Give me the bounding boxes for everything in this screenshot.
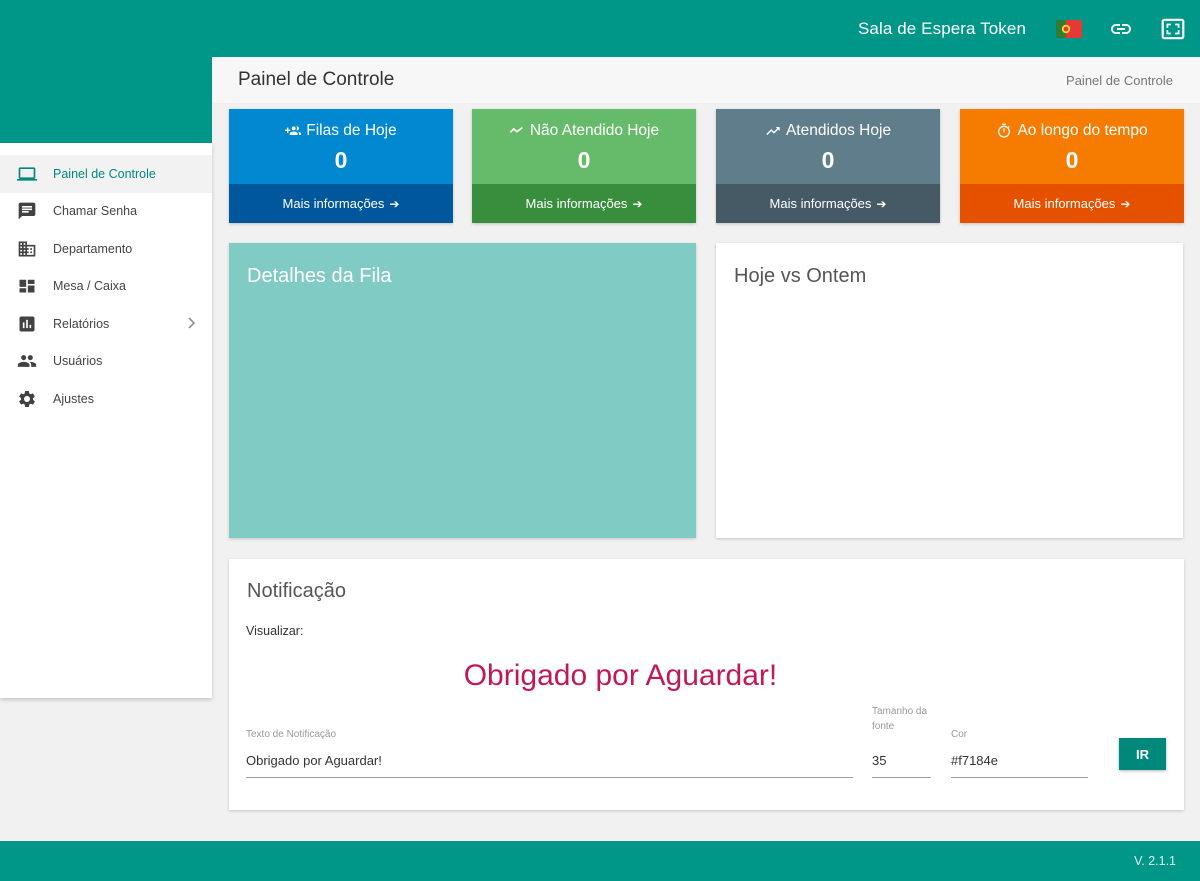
sidebar-item-label: Departamento (53, 241, 133, 256)
bar-chart-icon (17, 314, 37, 334)
laptop-icon (17, 164, 37, 184)
stat-box-body: Não Atendido Hoje 0 (472, 109, 696, 184)
stat-title: Filas de Hoje (229, 122, 453, 140)
stat-title-text: Filas de Hoje (306, 122, 397, 139)
sidebar-item-label: Ajustes (53, 391, 94, 406)
stat-title-text: Atendidos Hoje (785, 122, 892, 139)
more-info-text: Mais informações (525, 196, 628, 211)
more-info-link[interactable]: Mais informações ➔ (229, 184, 453, 223)
field-label: Cor (951, 729, 968, 740)
stat-value: 0 (1065, 147, 1079, 173)
font-size-field: Tamanho da fonte (872, 702, 931, 778)
more-info-text: Mais informações (1013, 196, 1116, 211)
sidebar-item-label: Chamar Senha (53, 204, 138, 219)
notification-card: Notificação Visualizar: Obrigado por Agu… (229, 559, 1184, 810)
group-add-icon (285, 126, 302, 135)
chevron-right-icon (186, 316, 196, 333)
sidebar-item-label: Painel de Controle (53, 166, 156, 181)
content-header: Painel de Controle Painel de Controle (212, 57, 1200, 103)
font-size-input[interactable] (872, 753, 931, 768)
stat-value: 0 (334, 147, 348, 173)
stat-value: 0 (577, 147, 591, 173)
color-input[interactable] (951, 753, 1088, 768)
stat-box-over-time: Ao longo do tempo 0 Mais informações ➔ (960, 109, 1184, 223)
notification-text-field: Texto de Notificação (246, 722, 853, 778)
preview-label: Visualizar: (246, 624, 304, 638)
breadcrumb[interactable]: Painel de Controle (1066, 73, 1173, 88)
stat-box-body: Atendidos Hoje 0 (716, 109, 940, 184)
footer: V. 2.1.1 (0, 841, 1200, 881)
fullscreen-icon[interactable] (1160, 16, 1186, 42)
stat-title-text: Não Atendido Hoje (529, 122, 660, 139)
arrow-right-icon: ➔ (389, 196, 400, 211)
sidebar-item-counter[interactable]: Mesa / Caixa (0, 268, 212, 306)
timer-icon (998, 123, 1011, 138)
stat-box-body: Filas de Hoje 0 (229, 109, 453, 184)
arrow-right-icon: ➔ (1120, 196, 1131, 211)
more-info-link[interactable]: Mais informações ➔ (716, 184, 940, 223)
arrow-right-icon: ➔ (632, 196, 643, 211)
trending-up-icon (766, 127, 780, 135)
sidebar-item-label: Relatórios (53, 316, 110, 331)
card-title: Notificação (247, 580, 346, 602)
go-button[interactable]: IR (1119, 738, 1166, 770)
stat-value: 0 (821, 147, 835, 173)
stat-box-queues-today: Filas de Hoje 0 Mais informações ➔ (229, 109, 453, 223)
sidebar-item-reports[interactable]: Relatórios (0, 305, 212, 343)
sidebar-item-label: Mesa / Caixa (53, 279, 126, 294)
sidebar-item-department[interactable]: Departamento (0, 230, 212, 268)
stat-title: Não Atendido Hoje (472, 122, 696, 140)
more-info-text: Mais informações (769, 196, 872, 211)
stat-box-body: Ao longo do tempo 0 (960, 109, 1184, 184)
dashboard-icon (17, 276, 37, 296)
top-app-bar: Sala de Espera Token (0, 0, 1200, 57)
sidebar-item-users[interactable]: Usuários (0, 343, 212, 381)
stat-title: Ao longo do tempo (960, 122, 1184, 140)
field-label: Tamanho da fonte (872, 706, 928, 732)
stat-title: Atendidos Hoje (716, 122, 940, 140)
notification-text-input[interactable] (246, 753, 853, 768)
message-icon (17, 201, 37, 221)
trending-flat-icon (509, 127, 523, 133)
app-title: Sala de Espera Token (857, 18, 1026, 38)
sidebar-header (0, 57, 212, 143)
more-info-link[interactable]: Mais informações ➔ (472, 184, 696, 223)
link-icon[interactable] (1108, 16, 1134, 42)
people-icon (17, 351, 37, 371)
sidebar: Painel de Controle Chamar Senha Departam… (0, 143, 212, 698)
building-icon (17, 239, 37, 259)
sidebar-item-label: Usuários (53, 354, 103, 369)
page-title: Painel de Controle (238, 69, 395, 90)
card-title: Detalhes da Fila (247, 265, 392, 287)
queue-details-card: Detalhes da Fila (229, 243, 696, 538)
portugal-flag-icon[interactable] (1056, 16, 1082, 42)
field-label: Texto de Notificação (246, 729, 337, 740)
version-label: V. 2.1.1 (1134, 854, 1176, 868)
stat-box-attended-today: Atendidos Hoje 0 Mais informações ➔ (716, 109, 940, 223)
sidebar-item-settings[interactable]: Ajustes (0, 380, 212, 418)
stat-box-not-attended-today: Não Atendido Hoje 0 Mais informações ➔ (472, 109, 696, 223)
stat-title-text: Ao longo do tempo (1017, 122, 1148, 139)
color-field: Cor (951, 722, 1088, 778)
arrow-right-icon: ➔ (876, 196, 887, 211)
more-info-link[interactable]: Mais informações ➔ (960, 184, 1184, 223)
sidebar-item-dashboard[interactable]: Painel de Controle (0, 155, 212, 193)
card-title: Hoje vs Ontem (734, 265, 867, 287)
today-vs-yesterday-card: Hoje vs Ontem (716, 243, 1183, 538)
more-info-text: Mais informações (282, 196, 385, 211)
notification-preview-text: Obrigado por Aguardar! (463, 659, 778, 692)
sidebar-item-call-ticket[interactable]: Chamar Senha (0, 193, 212, 231)
gear-icon (17, 389, 37, 409)
